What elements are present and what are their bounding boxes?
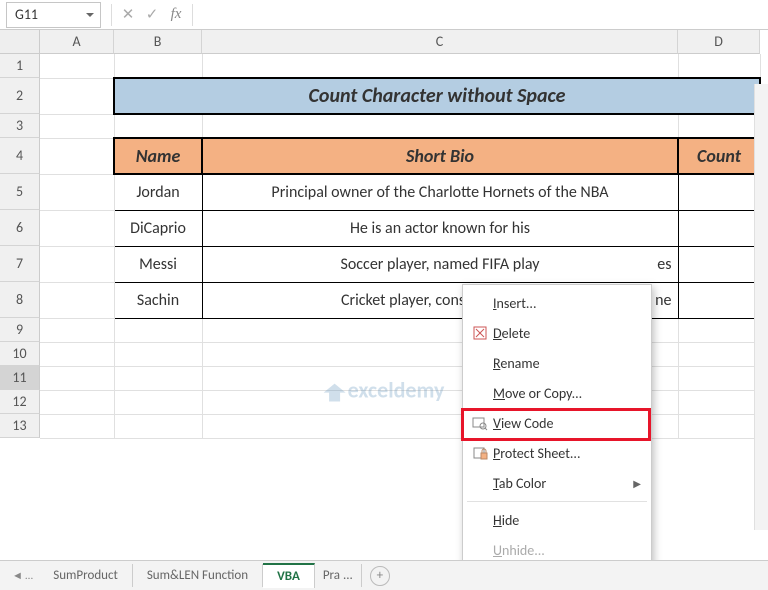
cell-bio[interactable]: He is an actor known for his [202, 210, 678, 246]
cell-count[interactable] [678, 246, 760, 282]
row-header[interactable]: 2 [0, 78, 40, 114]
chevron-right-icon: ▶ [633, 477, 641, 490]
cell-name[interactable]: Sachin [114, 282, 202, 318]
header-count[interactable]: Count [678, 138, 760, 174]
formula-bar: G11 ✕ ✓ fx [0, 0, 768, 30]
ctx-tab-color[interactable]: Tab Color ▶ [463, 468, 651, 498]
vertical-scrollbar[interactable] [754, 84, 768, 530]
cell-count[interactable] [678, 210, 760, 246]
cell-count[interactable] [678, 282, 760, 318]
fx-icon[interactable]: fx [164, 6, 188, 23]
cell-bio[interactable]: Soccer player, named FIFA playes [202, 246, 678, 282]
title-cell[interactable]: Count Character without Space [114, 78, 760, 114]
row-header[interactable]: 1 [0, 54, 40, 78]
cell-name[interactable]: Messi [114, 246, 202, 282]
row-header[interactable]: 3 [0, 114, 40, 138]
ctx-delete[interactable]: Delete [463, 318, 651, 348]
add-sheet-button[interactable]: + [370, 566, 390, 586]
row-header[interactable]: 4 [0, 138, 40, 174]
name-box-value: G11 [15, 6, 38, 23]
col-header[interactable]: C [202, 30, 678, 54]
row-header[interactable]: 6 [0, 210, 40, 246]
tab-nav-prev[interactable]: ◄ [12, 569, 23, 582]
confirm-icon[interactable]: ✓ [140, 5, 164, 24]
ctx-unhide: Unhide... [463, 535, 651, 560]
row-headers: 1 2 3 4 5 6 7 8 9 10 11 12 13 [0, 54, 40, 438]
row-header[interactable]: 13 [0, 414, 40, 438]
ctx-insert[interactable]: Insert... [463, 288, 651, 318]
ctx-view-code[interactable]: View Code [463, 408, 651, 438]
row-header[interactable]: 9 [0, 318, 40, 342]
cell-bio[interactable]: Principal owner of the Charlotte Hornets… [202, 174, 678, 210]
col-header[interactable]: A [40, 30, 114, 54]
sheet-tab-active[interactable]: VBA [263, 563, 315, 588]
spreadsheet-grid[interactable]: Count Character without Space Name Short… [40, 54, 768, 560]
cell-count[interactable] [678, 174, 760, 210]
row-header[interactable]: 10 [0, 342, 40, 366]
ctx-rename[interactable]: Rename [463, 348, 651, 378]
row-header[interactable]: 7 [0, 246, 40, 282]
row-header[interactable]: 8 [0, 282, 40, 318]
ctx-move-copy[interactable]: Move or Copy... [463, 378, 651, 408]
sheet-tab[interactable]: Pra ... [315, 564, 362, 587]
cell-name[interactable]: DiCaprio [114, 210, 202, 246]
ctx-hide[interactable]: Hide [463, 505, 651, 535]
sheet-context-menu: Insert... Delete Rename Move or Copy... … [462, 284, 652, 560]
header-name[interactable]: Name [114, 138, 202, 174]
header-bio[interactable]: Short Bio [202, 138, 678, 174]
view-code-icon [467, 415, 493, 431]
sheet-tab[interactable]: SumProduct [39, 564, 133, 587]
sheet-tab-bar: ◄ ... SumProduct Sum&LEN Function VBA Pr… [0, 560, 768, 590]
row-header[interactable]: 11 [0, 366, 40, 390]
row-header[interactable]: 5 [0, 174, 40, 210]
name-box[interactable]: G11 [6, 2, 101, 28]
column-headers: A B C D [40, 30, 768, 54]
tab-nav-more[interactable]: ... [25, 569, 33, 582]
ctx-protect-sheet[interactable]: Protect Sheet... [463, 438, 651, 468]
select-all-corner[interactable] [0, 30, 40, 54]
cell-name[interactable]: Jordan [114, 174, 202, 210]
row-header[interactable]: 12 [0, 390, 40, 414]
sheet-tab[interactable]: Sum&LEN Function [133, 564, 263, 587]
col-header[interactable]: B [114, 30, 202, 54]
protect-icon [467, 445, 493, 461]
delete-icon [467, 325, 493, 341]
cancel-icon[interactable]: ✕ [116, 5, 140, 24]
col-header[interactable]: D [678, 30, 760, 54]
